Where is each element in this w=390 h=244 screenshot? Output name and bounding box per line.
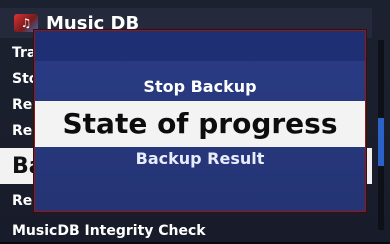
backup-result-option[interactable]: Backup Result <box>35 149 365 168</box>
backup-options-dialog: Stop Backup State of progress Backup Res… <box>34 30 366 212</box>
scrollbar-thumb[interactable] <box>378 118 384 166</box>
menu-item-integrity-check[interactable]: MusicDB Integrity Check <box>0 218 372 244</box>
dialog-header <box>35 31 365 61</box>
music-db-screen: ♫ Music DB Tra Sto Re Re Ba Re MusicDB I… <box>0 0 390 242</box>
stop-backup-option[interactable]: Stop Backup <box>35 77 365 96</box>
state-of-progress-option[interactable]: State of progress <box>35 101 365 147</box>
